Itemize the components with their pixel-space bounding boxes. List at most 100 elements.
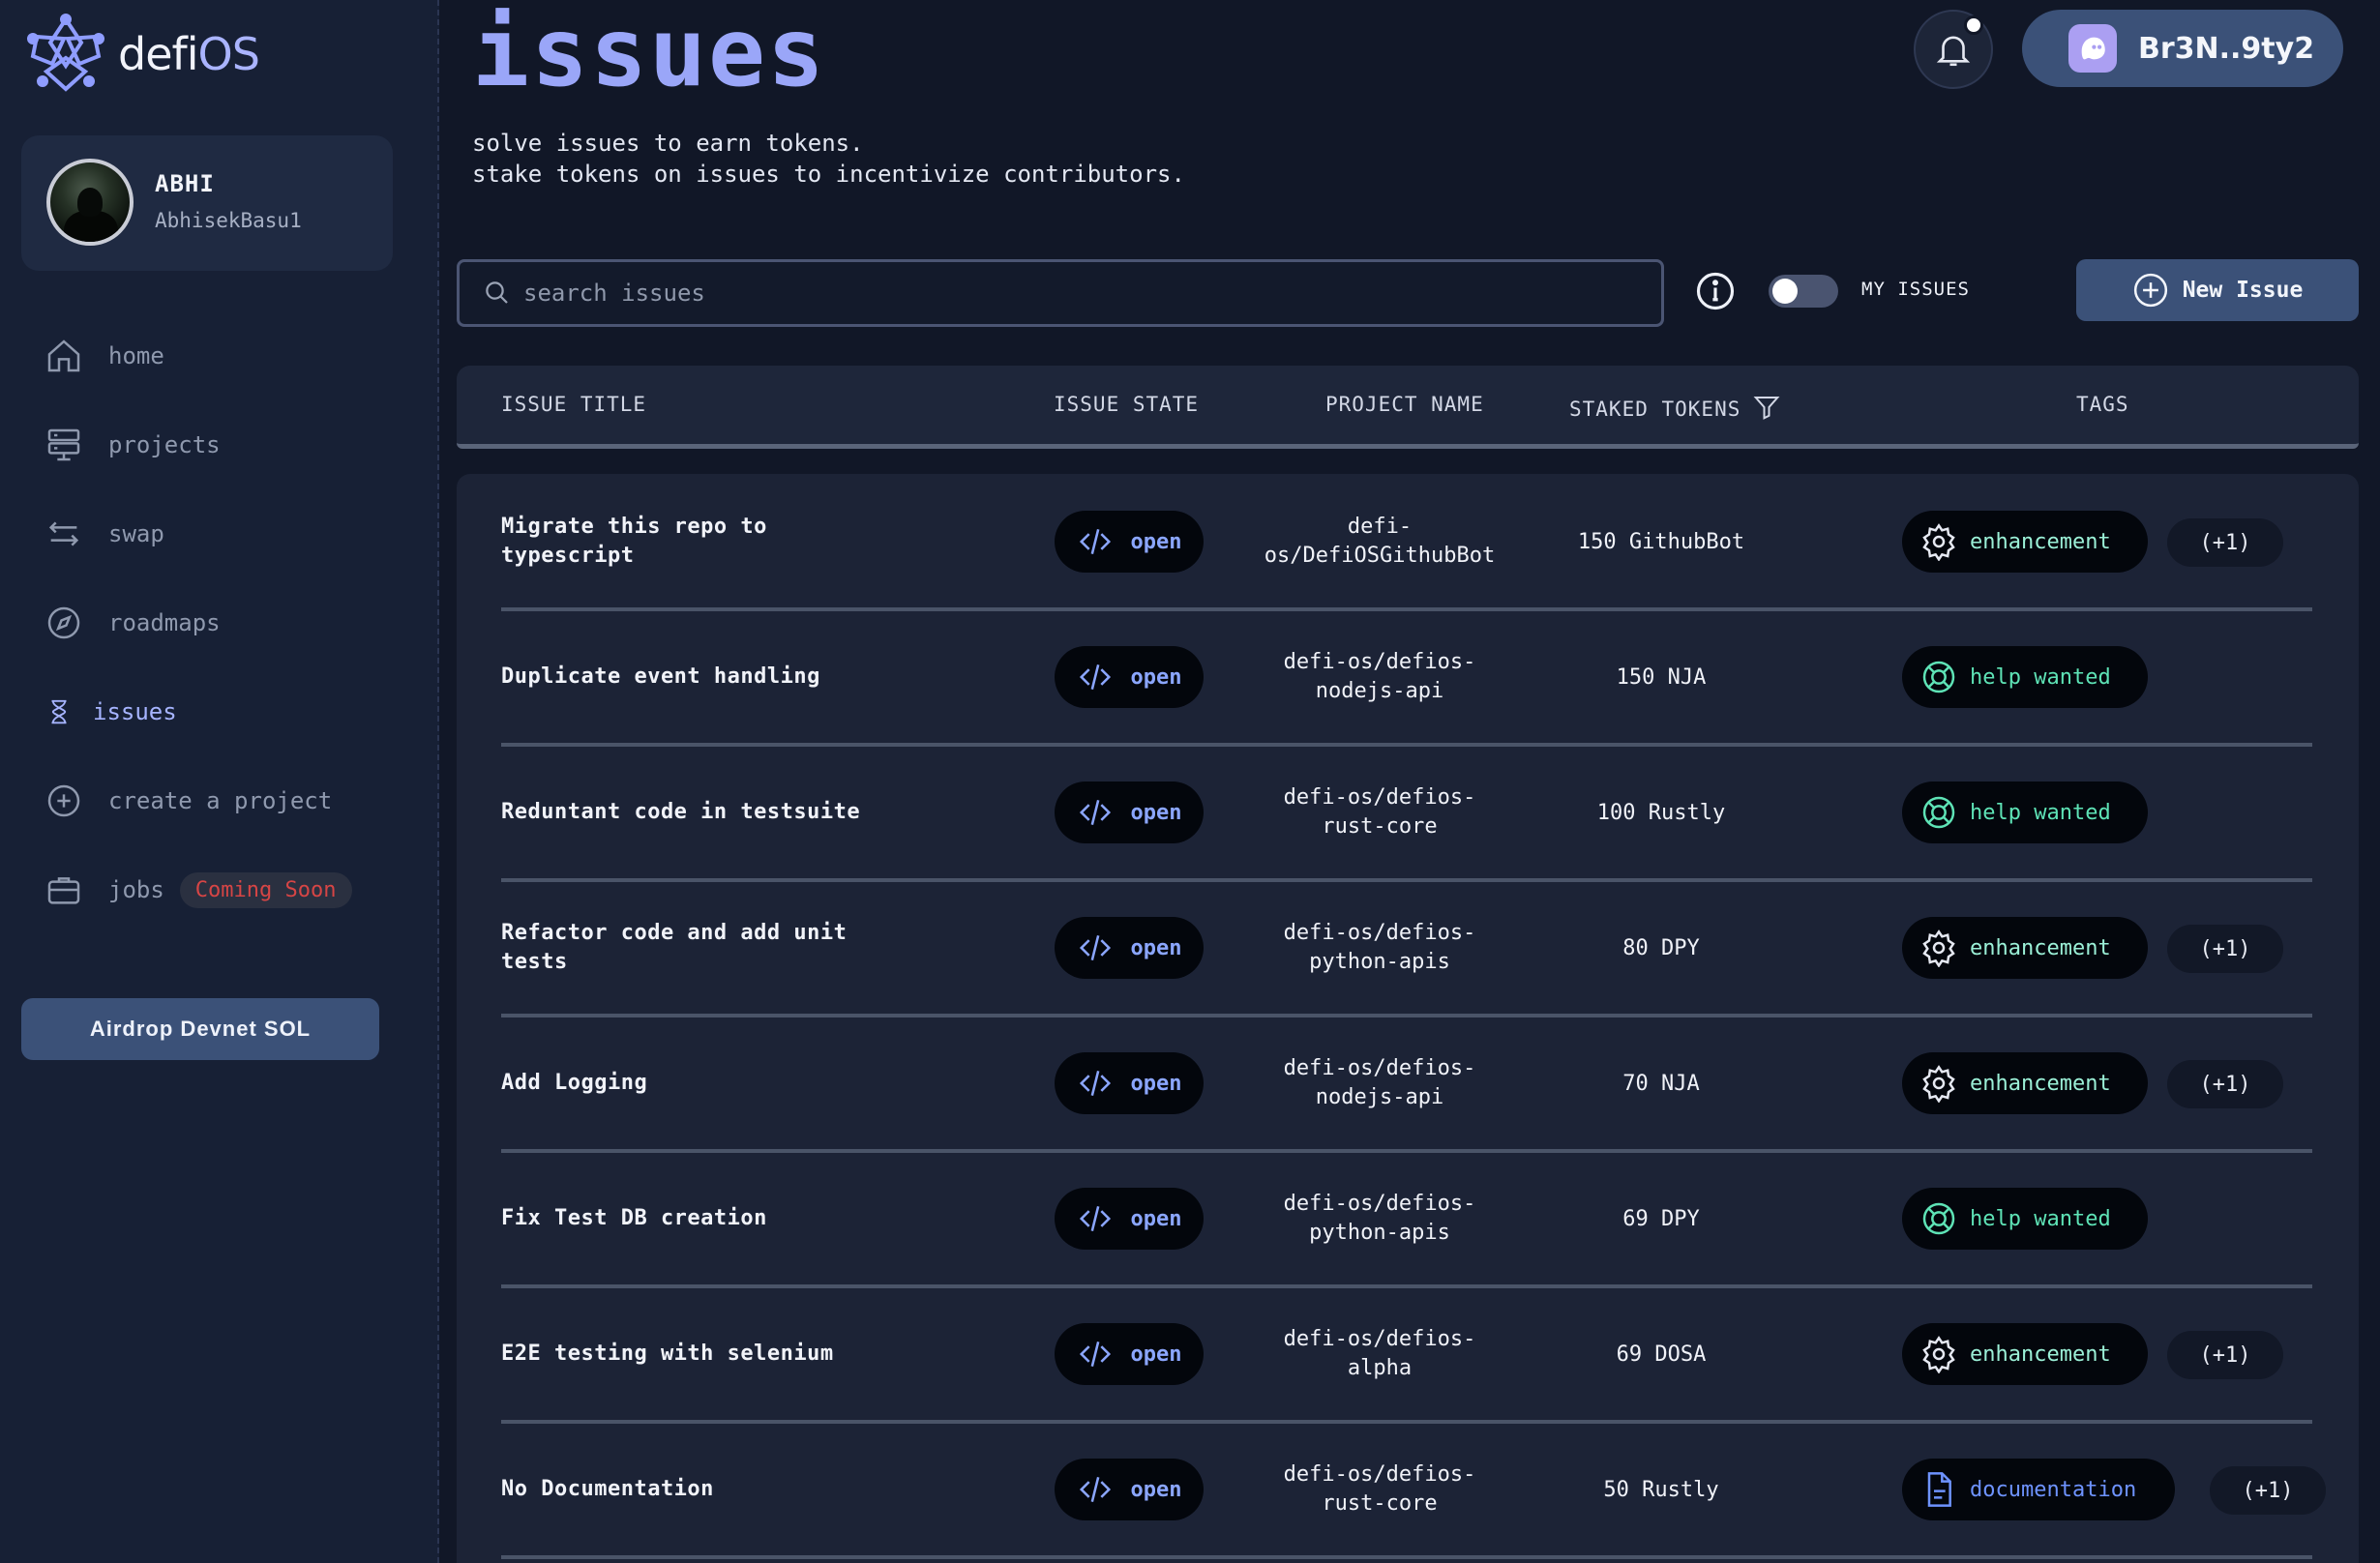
column-header-tags: TAGS bbox=[2076, 393, 2129, 416]
sidebar-item-label: issues bbox=[93, 698, 177, 725]
table-row[interactable]: Add Logging open defi-os/defios-nodejs-a… bbox=[457, 1016, 2359, 1153]
issue-title-line: Refactor code and add unit bbox=[501, 921, 848, 945]
project-name-line: defi- bbox=[1347, 515, 1413, 539]
project-name[interactable]: defi-os/defios-alpha bbox=[1265, 1286, 1494, 1422]
gear-icon bbox=[1922, 1065, 1955, 1103]
issue-title[interactable]: Add Logging bbox=[501, 1016, 907, 1151]
project-name[interactable]: defi-os/defios-rust-core bbox=[1265, 1422, 1494, 1557]
table-header: ISSUE TITLE ISSUE STATE PROJECT NAME STA… bbox=[457, 366, 2359, 449]
sidebar-item-swap[interactable]: swap bbox=[45, 489, 352, 578]
project-name[interactable]: defi-os/defios-nodejs-api bbox=[1265, 1016, 1494, 1151]
notifications-button[interactable] bbox=[1914, 10, 1993, 89]
issue-title-line: typescript bbox=[501, 544, 635, 568]
project-name[interactable]: defi-os/defios-python-apis bbox=[1265, 880, 1494, 1016]
project-name-line: python-apis bbox=[1309, 950, 1450, 974]
filter-icon[interactable] bbox=[1752, 393, 1781, 422]
sidebar-item-label: create a project bbox=[108, 787, 333, 814]
project-name[interactable]: defi-os/defios-nodejs-api bbox=[1265, 609, 1494, 745]
tag-badge: help wanted bbox=[1902, 782, 2148, 843]
table-row[interactable]: Migrate this repo to typescript open defi… bbox=[457, 474, 2359, 611]
sidebar-item-issues[interactable]: issues bbox=[45, 667, 352, 756]
gear-icon bbox=[1922, 523, 1955, 561]
my-issues-toggle[interactable] bbox=[1769, 275, 1838, 308]
code-icon bbox=[1079, 1071, 1111, 1096]
sidebar-item-home[interactable]: home bbox=[45, 311, 352, 400]
code-icon bbox=[1079, 1477, 1111, 1502]
tag-label: documentation bbox=[1970, 1477, 2137, 1502]
issue-title[interactable]: Migrate this repo to typescript bbox=[501, 474, 907, 609]
issue-title[interactable]: E2E testing with selenium bbox=[501, 1286, 907, 1422]
sidebar-item-label: swap bbox=[108, 520, 164, 547]
issue-state-badge: open bbox=[1055, 1459, 1204, 1520]
row-divider bbox=[501, 1555, 2312, 1559]
search-bar[interactable] bbox=[457, 259, 1664, 327]
issue-state-label: open bbox=[1130, 1342, 1182, 1367]
more-tags-badge[interactable]: (+1) bbox=[2167, 518, 2283, 567]
sidebar-item-create-project[interactable]: create a project bbox=[45, 756, 352, 845]
brand-logo[interactable]: defiOS bbox=[25, 14, 260, 95]
project-name-line: rust-core bbox=[1322, 814, 1438, 839]
airdrop-button[interactable]: Airdrop Devnet SOL bbox=[21, 998, 379, 1060]
code-icon bbox=[1079, 800, 1111, 825]
sidebar-item-projects[interactable]: projects bbox=[45, 400, 352, 489]
code-icon bbox=[1079, 664, 1111, 690]
project-name-line: rust-core bbox=[1322, 1491, 1438, 1516]
page-subtitle: solve issues to earn tokens. stake token… bbox=[472, 128, 1185, 190]
bell-icon bbox=[1936, 36, 1971, 67]
project-name-line: defi-os/defios- bbox=[1283, 1462, 1476, 1487]
issue-title[interactable]: No Documentation bbox=[501, 1422, 907, 1557]
swap-arrows-icon bbox=[48, 521, 79, 546]
table-row[interactable]: Duplicate event handling open defi-os/de… bbox=[457, 609, 2359, 747]
issue-title-line: No Documentation bbox=[501, 1477, 714, 1501]
sidebar-nav: home projects swap roadmaps issues creat… bbox=[45, 311, 352, 934]
more-tags-badge[interactable]: (+1) bbox=[2167, 925, 2283, 973]
sidebar-item-label: jobs bbox=[108, 876, 164, 903]
column-header-staked-tokens[interactable]: STAKED TOKENS bbox=[1569, 393, 1781, 422]
info-icon[interactable] bbox=[1695, 271, 1736, 311]
project-name[interactable]: defi-os/defios-python-apis bbox=[1265, 1151, 1494, 1286]
issue-title-line: Add Logging bbox=[501, 1071, 648, 1095]
table-row[interactable]: Reduntant code in testsuite open defi-os… bbox=[457, 745, 2359, 882]
staked-tokens: 70 NJA bbox=[1622, 1071, 1700, 1096]
wallet-address: Br3N..9ty2 bbox=[2138, 31, 2315, 66]
coming-soon-badge: Coming Soon bbox=[179, 871, 352, 908]
issue-title-line: tests bbox=[501, 950, 568, 974]
issue-title[interactable]: Duplicate event handling bbox=[501, 609, 907, 745]
tag-label: enhancement bbox=[1970, 935, 2111, 960]
hourglass-icon bbox=[51, 699, 67, 724]
gear-icon bbox=[1922, 929, 1955, 967]
more-tags-badge[interactable]: (+1) bbox=[2167, 1331, 2283, 1379]
home-icon bbox=[47, 339, 80, 372]
issue-title[interactable]: Fix Test DB creation bbox=[501, 1151, 907, 1286]
project-name-line: defi-os/defios- bbox=[1283, 921, 1476, 945]
lifebuoy-icon bbox=[1922, 796, 1955, 829]
subtitle-line: stake tokens on issues to incentivize co… bbox=[472, 161, 1185, 188]
more-tags-badge[interactable]: (+1) bbox=[2210, 1466, 2326, 1515]
table-row[interactable]: Fix Test DB creation open defi-os/defios… bbox=[457, 1151, 2359, 1288]
project-name-line: defi-os/defios- bbox=[1283, 785, 1476, 810]
avatar[interactable] bbox=[46, 159, 134, 246]
wallet-button[interactable]: Br3N..9ty2 bbox=[2022, 10, 2343, 87]
staked-tokens: 150 NJA bbox=[1616, 664, 1707, 690]
profile-card[interactable]: ABHI AbhisekBasu1 bbox=[21, 135, 393, 271]
sidebar-item-jobs[interactable]: jobs Coming Soon bbox=[45, 845, 352, 934]
tag-label: enhancement bbox=[1970, 529, 2111, 554]
project-name[interactable]: defi-os/defios-rust-core bbox=[1265, 745, 1494, 880]
more-tags-badge[interactable]: (+1) bbox=[2167, 1060, 2283, 1108]
issue-title[interactable]: Refactor code and add unit tests bbox=[501, 880, 907, 1016]
tag-badge: documentation bbox=[1902, 1459, 2175, 1520]
staked-tokens: 150 GithubBot bbox=[1577, 529, 1745, 554]
table-row[interactable]: No Documentation open defi-os/defios-rus… bbox=[457, 1422, 2359, 1559]
issue-title[interactable]: Reduntant code in testsuite bbox=[501, 745, 907, 880]
table-row[interactable]: Refactor code and add unit tests open def… bbox=[457, 880, 2359, 1017]
project-name-line: defi-os/defios- bbox=[1283, 1327, 1476, 1351]
code-icon bbox=[1079, 935, 1111, 960]
sidebar-item-roadmaps[interactable]: roadmaps bbox=[45, 578, 352, 667]
column-header-project-name: PROJECT NAME bbox=[1325, 393, 1484, 416]
column-header-label: STAKED TOKENS bbox=[1569, 398, 1741, 421]
search-input[interactable] bbox=[523, 280, 1588, 307]
new-issue-button[interactable]: New Issue bbox=[2076, 259, 2359, 321]
code-icon bbox=[1079, 529, 1111, 554]
project-name[interactable]: defi-os/DefiOSGithubBot bbox=[1264, 474, 1495, 609]
table-row[interactable]: E2E testing with selenium open defi-os/d… bbox=[457, 1286, 2359, 1424]
